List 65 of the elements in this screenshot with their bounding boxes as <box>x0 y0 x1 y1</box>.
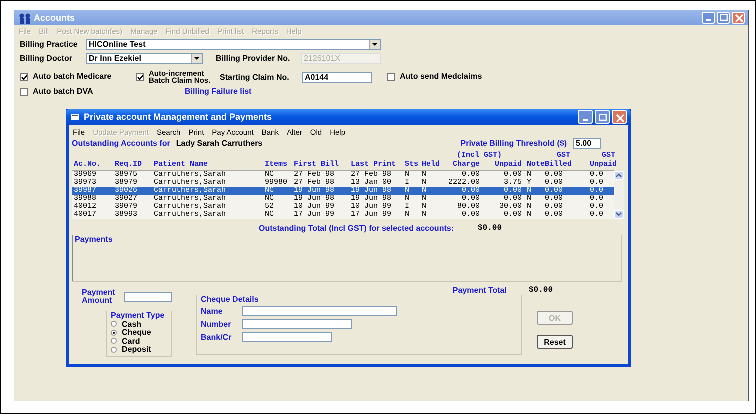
window-title: Accounts <box>34 12 76 22</box>
scroll-up-icon <box>614 171 624 180</box>
scrollbar[interactable] <box>614 171 624 219</box>
checkbox-label: Auto send Medclaims <box>400 73 482 81</box>
radio-label: Card <box>122 336 140 346</box>
link[interactable]: Billing Failure list <box>185 87 252 96</box>
label: Outstanding Total (Incl GST) for selected accounts: <box>259 224 454 232</box>
minimize-button[interactable] <box>702 12 715 24</box>
field-label: Starting Claim No. <box>220 72 290 82</box>
field-label: Bank/Cr <box>201 332 233 342</box>
close-button[interactable] <box>732 12 745 24</box>
radio-button[interactable] <box>111 338 117 344</box>
field-label: Payment Amount <box>82 289 116 305</box>
radio-button[interactable] <box>111 346 117 353</box>
radio-label: Deposit <box>122 345 152 354</box>
checkbox[interactable] <box>387 73 395 81</box>
maximize-button[interactable] <box>595 110 610 124</box>
field-label: Name <box>201 306 224 316</box>
maximize-icon <box>720 14 728 21</box>
maximize-button[interactable] <box>717 12 730 24</box>
button[interactable]: Reset <box>537 335 573 349</box>
field-label: Billing Doctor <box>20 54 74 63</box>
text-field[interactable]: A0144 <box>302 72 372 82</box>
caret-icon <box>193 56 201 61</box>
caret-icon <box>371 42 379 47</box>
people-icon <box>17 12 31 24</box>
dropdown[interactable]: HICOnline Test <box>86 39 381 50</box>
label: Private Billing Threshold ($) <box>460 138 567 148</box>
text-field[interactable]: 5.00 <box>573 138 601 148</box>
checkbox-label: Auto batch DVA <box>33 88 94 96</box>
radio-button[interactable] <box>111 330 117 336</box>
dropdown[interactable]: Dr Inn Ezekiel <box>86 53 203 64</box>
field-label: Billing Provider No. <box>216 54 292 63</box>
group-label: Payment Type <box>111 311 165 320</box>
maximize-icon <box>598 114 606 120</box>
checkbox[interactable] <box>20 88 28 96</box>
label: Outstanding Accounts for <box>72 138 170 148</box>
radio-label: Cheque <box>122 328 152 338</box>
minimize-button[interactable] <box>578 110 593 124</box>
patient-name: Lady Sarah Carruthers <box>176 138 263 148</box>
input-field[interactable] <box>242 332 332 342</box>
field-label: Number <box>201 320 232 328</box>
input-field[interactable] <box>242 319 352 329</box>
minimize-icon <box>706 18 711 20</box>
checkbox[interactable] <box>136 73 144 81</box>
close-button[interactable] <box>612 110 627 124</box>
radio-label: Cash <box>122 320 142 329</box>
input-field[interactable] <box>124 292 172 302</box>
window-title: Private account Management and Payments <box>84 112 272 122</box>
checkbox-label: Auto batch Medicare <box>33 73 112 81</box>
payment-total: $0.00 <box>528 286 553 294</box>
total-amount: $0.00 <box>478 224 502 232</box>
close-icon <box>734 13 743 22</box>
card-icon <box>70 112 80 122</box>
group-label: Payments <box>75 235 113 244</box>
check-icon <box>137 74 143 80</box>
field-label: Billing Practice <box>20 40 79 49</box>
input-field[interactable] <box>242 306 397 316</box>
check-icon <box>21 74 27 80</box>
checkbox[interactable] <box>20 73 28 81</box>
minimize-icon <box>583 119 588 121</box>
scroll-down-icon <box>614 210 624 219</box>
label: Payment Total <box>452 286 507 294</box>
radio-button[interactable] <box>111 321 117 328</box>
close-icon <box>615 112 624 122</box>
